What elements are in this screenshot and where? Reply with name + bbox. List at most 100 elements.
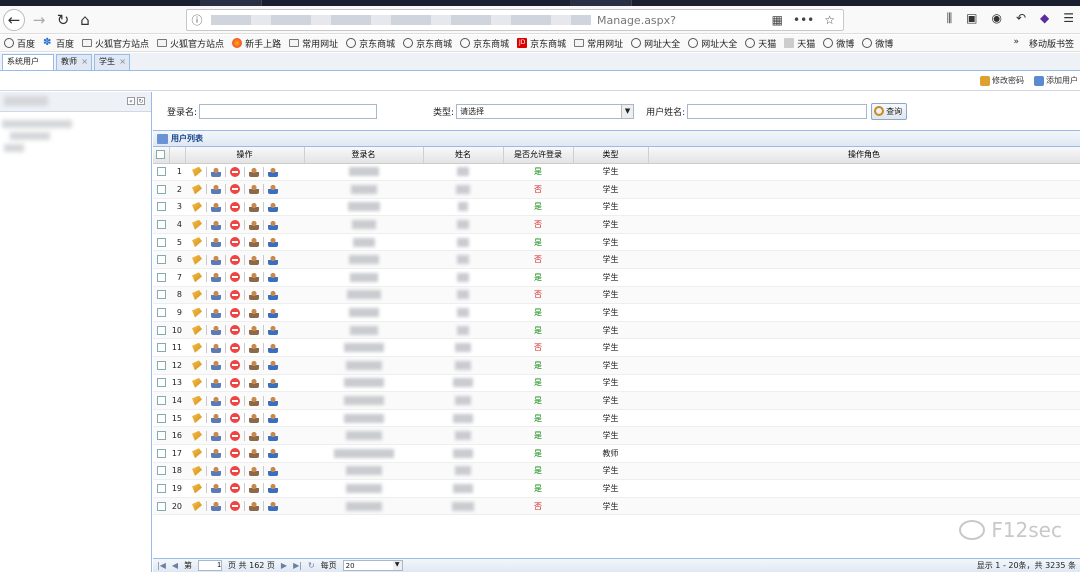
user-permission-icon[interactable] xyxy=(268,395,278,406)
edit-icon[interactable] xyxy=(192,448,202,459)
blurred-menu-item[interactable] xyxy=(10,132,50,140)
refresh-icon[interactable]: ↻ xyxy=(137,97,145,105)
row-checkbox-cell[interactable] xyxy=(153,356,169,375)
row-checkbox-cell[interactable] xyxy=(153,286,169,305)
sidebar-icon[interactable]: ▣ xyxy=(966,11,977,26)
table-row[interactable]: 4 否学生 xyxy=(153,215,1080,234)
refresh-icon[interactable]: ↻ xyxy=(308,561,315,570)
user-permission-icon[interactable] xyxy=(268,219,278,230)
user-detail-icon[interactable] xyxy=(211,272,221,283)
user-permission-icon[interactable] xyxy=(268,465,278,476)
user-detail-icon[interactable] xyxy=(211,184,221,195)
delete-icon[interactable] xyxy=(230,342,240,353)
previous-page-icon[interactable]: ◀ xyxy=(172,561,178,570)
column-header-roles[interactable]: 操作角色 xyxy=(648,147,1080,164)
tab-students[interactable]: 学生 × xyxy=(94,54,130,70)
row-checkbox-cell[interactable] xyxy=(153,233,169,252)
edit-icon[interactable] xyxy=(192,254,202,265)
row-checkbox[interactable] xyxy=(156,237,166,247)
user-detail-icon[interactable] xyxy=(211,166,221,177)
user-detail-icon[interactable] xyxy=(211,377,221,388)
edit-icon[interactable] xyxy=(192,184,202,195)
bookmark-item[interactable]: JD 京东商城 xyxy=(517,37,566,50)
table-row[interactable]: 10 是学生 xyxy=(153,321,1080,340)
row-checkbox[interactable] xyxy=(156,448,166,458)
table-row[interactable]: 2 否学生 xyxy=(153,180,1080,199)
user-permission-icon[interactable] xyxy=(268,201,278,212)
edit-icon[interactable] xyxy=(192,395,202,406)
edit-icon[interactable] xyxy=(192,289,202,300)
user-detail-icon[interactable] xyxy=(211,325,221,336)
assign-role-icon[interactable] xyxy=(249,465,259,476)
edit-icon[interactable] xyxy=(192,237,202,248)
row-checkbox-cell[interactable] xyxy=(153,268,169,287)
user-detail-icon[interactable] xyxy=(211,289,221,300)
bookmark-item[interactable]: 天猫 xyxy=(745,37,776,50)
row-checkbox-cell[interactable] xyxy=(153,250,169,270)
edit-icon[interactable] xyxy=(192,483,202,494)
user-detail-icon[interactable] xyxy=(211,201,221,212)
reload-icon[interactable]: ↻ xyxy=(52,9,74,31)
table-row[interactable]: 17 是教师 xyxy=(153,444,1080,463)
row-checkbox-cell[interactable] xyxy=(153,426,169,445)
user-permission-icon[interactable] xyxy=(268,430,278,441)
tab-teachers[interactable]: 教师 × xyxy=(56,54,92,70)
row-checkbox[interactable] xyxy=(156,413,166,423)
edit-icon[interactable] xyxy=(192,360,202,371)
table-row[interactable]: 1 是学生 xyxy=(153,163,1080,182)
table-row[interactable]: 12 是学生 xyxy=(153,356,1080,375)
forward-arrow-icon[interactable]: → xyxy=(28,9,50,31)
close-icon[interactable]: × xyxy=(81,55,88,69)
delete-icon[interactable] xyxy=(230,289,240,300)
blurred-menu-item[interactable] xyxy=(2,120,72,128)
edit-icon[interactable] xyxy=(192,201,202,212)
delete-icon[interactable] xyxy=(230,465,240,476)
delete-icon[interactable] xyxy=(230,184,240,195)
table-row[interactable]: 11 否学生 xyxy=(153,338,1080,358)
edit-icon[interactable] xyxy=(192,501,202,512)
user-permission-icon[interactable] xyxy=(268,237,278,248)
column-header-login-name[interactable]: 登录名 xyxy=(304,147,424,164)
bookmark-item[interactable]: 京东商城 xyxy=(460,37,509,50)
edit-icon[interactable] xyxy=(192,413,202,424)
back-arrow-icon[interactable]: ← xyxy=(3,9,25,31)
assign-role-icon[interactable] xyxy=(249,272,259,283)
undo-icon[interactable]: ↶ xyxy=(1016,11,1026,26)
user-permission-icon[interactable] xyxy=(268,307,278,318)
user-name-input[interactable] xyxy=(687,103,868,119)
user-detail-icon[interactable] xyxy=(211,342,221,353)
row-checkbox[interactable] xyxy=(156,483,166,493)
user-detail-icon[interactable] xyxy=(211,254,221,265)
close-icon[interactable]: × xyxy=(119,55,126,69)
table-row[interactable]: 9 是学生 xyxy=(153,303,1080,322)
edit-icon[interactable] xyxy=(192,325,202,336)
bookmark-item[interactable]: 常用网址 xyxy=(574,37,623,50)
user-detail-icon[interactable] xyxy=(211,430,221,441)
page-number-input[interactable] xyxy=(198,560,223,571)
edit-icon[interactable] xyxy=(192,430,202,441)
table-row[interactable]: 7 是学生 xyxy=(153,268,1080,287)
table-row[interactable]: 16 是学生 xyxy=(153,426,1080,445)
assign-role-icon[interactable] xyxy=(249,219,259,230)
blurred-menu-item[interactable] xyxy=(4,144,24,152)
user-detail-icon[interactable] xyxy=(211,395,221,406)
user-permission-icon[interactable] xyxy=(268,325,278,336)
edit-icon[interactable] xyxy=(192,342,202,353)
bookmark-star-icon[interactable]: ☆ xyxy=(824,13,835,27)
table-row[interactable]: 18 是学生 xyxy=(153,462,1080,481)
bookmarks-overflow-icon[interactable]: » xyxy=(1013,37,1019,50)
menu-icon[interactable]: ☰ xyxy=(1063,11,1074,26)
row-checkbox-cell[interactable] xyxy=(153,198,169,217)
assign-role-icon[interactable] xyxy=(249,201,259,212)
change-password-link[interactable]: 修改密码 xyxy=(980,75,1024,86)
edit-icon[interactable] xyxy=(192,166,202,177)
table-row[interactable]: 13 是学生 xyxy=(153,374,1080,393)
info-icon[interactable]: ⓘ xyxy=(187,12,207,28)
delete-icon[interactable] xyxy=(230,166,240,177)
row-checkbox[interactable] xyxy=(156,360,166,370)
row-checkbox-cell[interactable] xyxy=(153,497,169,516)
table-row[interactable]: 5 是学生 xyxy=(153,233,1080,252)
bookmark-item[interactable]: 新手上路 xyxy=(232,37,281,50)
login-name-input[interactable] xyxy=(199,103,378,119)
row-checkbox-cell[interactable] xyxy=(153,163,169,182)
